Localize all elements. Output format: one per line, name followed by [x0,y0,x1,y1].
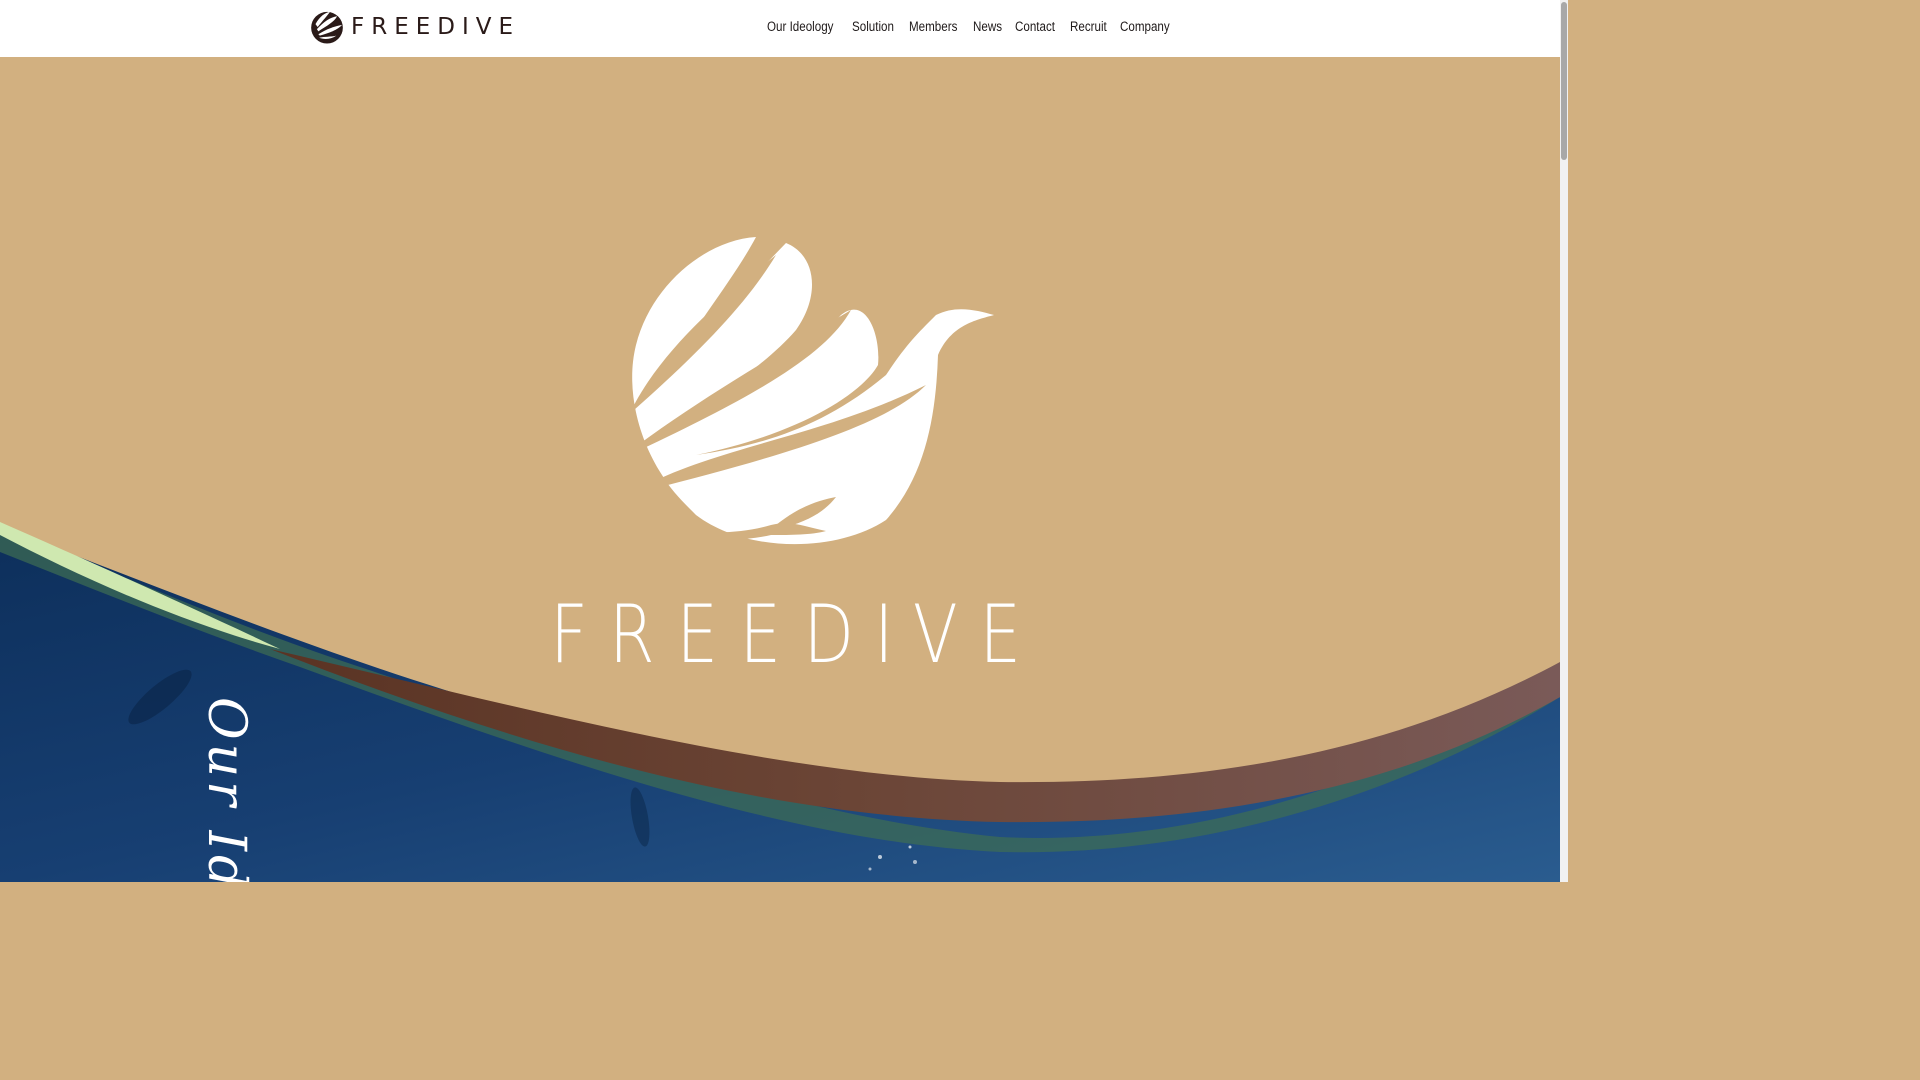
page-scrollbar[interactable] [1560,0,1568,882]
nav-contact[interactable]: Contact [1015,19,1055,34]
site-logo[interactable]: FREEDIVE [309,9,520,45]
nav-our-ideology[interactable]: Our Ideology [767,19,833,34]
wordmark-letter: I [874,588,894,681]
wordmark-letter: E [979,588,1022,681]
main-nav: Our Ideology Solution Members News Conta… [767,19,1170,34]
nav-company[interactable]: Company [1120,19,1170,34]
our-ideology-heading: Our Ideology [196,697,256,882]
wordmark-letter: V [913,588,959,681]
logo-wordmark: FREEDIVE [351,14,521,40]
nav-recruit[interactable]: Recruit [1070,19,1107,34]
freedive-emblem-icon [632,237,994,545]
hero-section: F R E E D I V E Our Ideology [0,57,1560,882]
wordmark-letter: F [550,588,588,681]
nav-members[interactable]: Members [909,19,957,34]
wordmark-letter: E [676,588,719,681]
freedive-logo-icon [311,11,343,44]
nav-solution[interactable]: Solution [852,19,894,34]
wordmark-letter: E [739,588,782,681]
scrollbar-thumb[interactable] [1561,2,1567,160]
freedive-wordmark: F R E E D I V E [546,590,1026,680]
site-header: FREEDIVE Our Ideology Solution Members N… [0,0,1560,57]
wordmark-letter: R [609,588,655,681]
wordmark-letter: D [803,588,855,681]
nav-news[interactable]: News [973,19,1002,34]
